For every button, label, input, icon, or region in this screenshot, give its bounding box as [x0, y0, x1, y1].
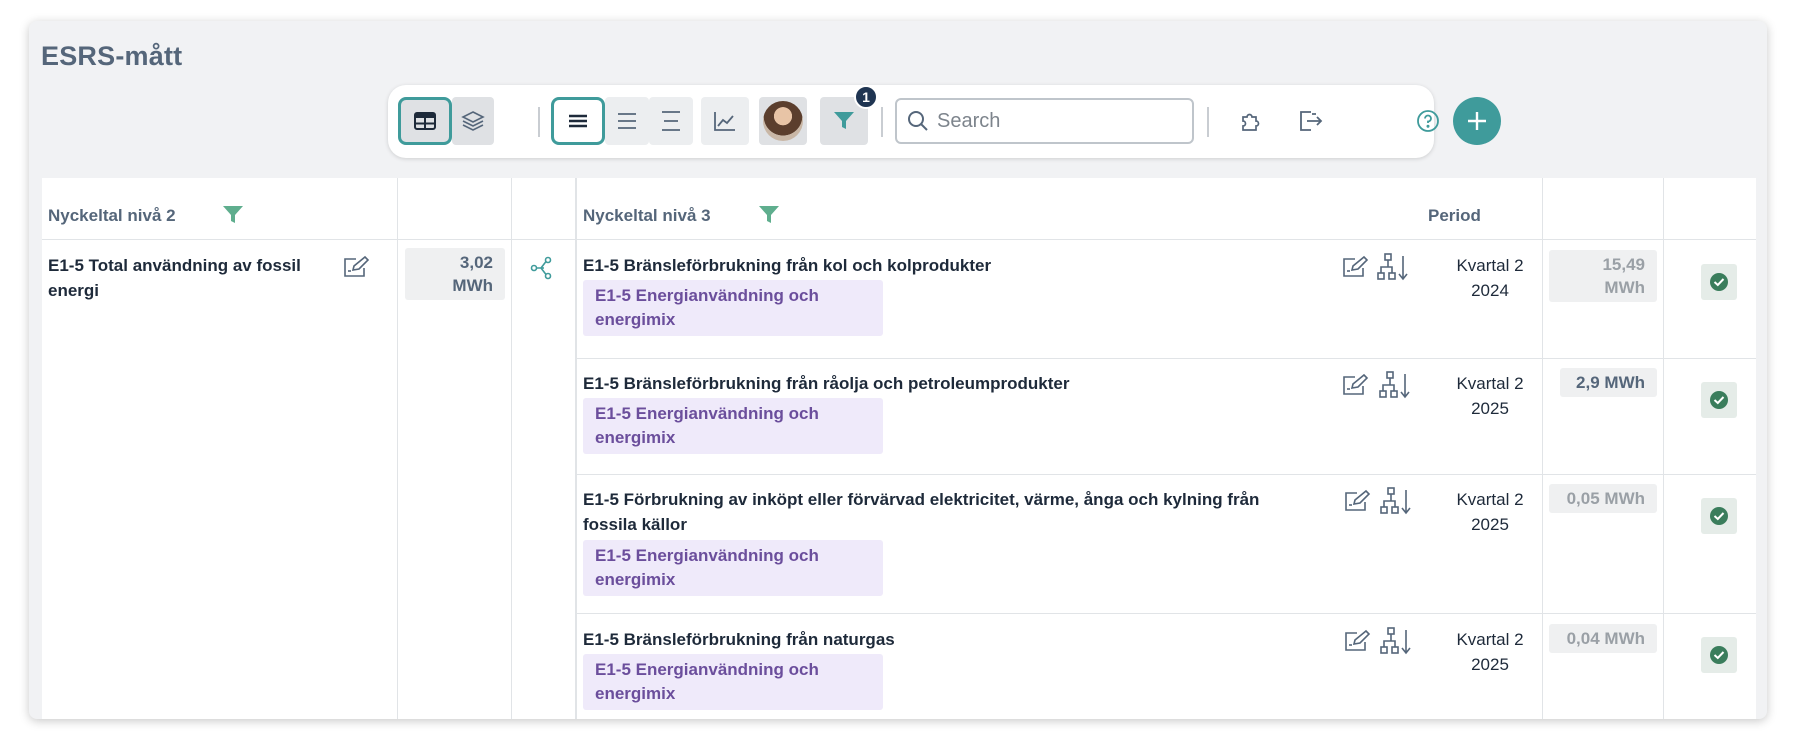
edit-icon[interactable]: [1343, 489, 1371, 513]
row-value: 15,49 MWh: [1549, 250, 1657, 302]
level2-label: E1-5 Total användning av fossil energi: [48, 256, 301, 300]
edit-icon[interactable]: [1341, 255, 1369, 279]
category-tag: E1-5 Energianvändning och energimix: [583, 654, 883, 710]
layers-view-button[interactable]: [452, 97, 494, 145]
add-button[interactable]: [1453, 97, 1501, 145]
verified-check-icon: [1710, 507, 1728, 525]
hierarchy-link-icon[interactable]: [528, 255, 554, 281]
search-input[interactable]: [937, 109, 1177, 133]
density-medium-button[interactable]: [605, 97, 649, 145]
edit-icon[interactable]: [342, 255, 370, 279]
edit-icon[interactable]: [1343, 629, 1371, 653]
column-filter-icon[interactable]: [222, 205, 244, 225]
line-chart-icon: [714, 112, 735, 131]
hierarchy-sort-icon[interactable]: [1376, 252, 1410, 282]
period-cell: Kvartal 2 2025: [1456, 630, 1524, 674]
period-cell: Kvartal 2 2025: [1456, 374, 1524, 418]
period-cell: Kvartal 2 2025: [1456, 490, 1524, 534]
approved-status[interactable]: [1701, 264, 1737, 300]
approved-status[interactable]: [1701, 382, 1737, 418]
toolbar: 1: [388, 85, 1439, 158]
esrs-panel: ESRS-mått 1 Search Nyckeltal nivå 2 Nyck…: [29, 21, 1767, 719]
hierarchy-sort-icon[interactable]: [1378, 370, 1412, 400]
export-icon: [1300, 111, 1323, 131]
header-level3: Nyckeltal nivå 3: [583, 206, 711, 225]
lines-icon: [569, 114, 587, 128]
level3-label: E1-5 Förbrukning av inköpt eller förvärv…: [583, 490, 1260, 534]
level2-value: 3,02 MWh: [405, 248, 505, 300]
filter-count-badge: 1: [854, 85, 878, 109]
plus-icon: [1468, 112, 1486, 130]
metrics-table: Nyckeltal nivå 2 Nyckeltal nivå 3 Period…: [42, 178, 1756, 719]
filter-icon: [834, 112, 854, 129]
row-value: 2,9 MWh: [1560, 368, 1657, 397]
category-tag: E1-5 Energianvändning och energimix: [583, 540, 883, 596]
table-icon: [414, 112, 436, 130]
page-title: ESRS-mått: [41, 41, 183, 71]
puzzle-icon: [1242, 113, 1260, 131]
export-button[interactable]: [1288, 97, 1332, 145]
edit-icon[interactable]: [1341, 373, 1369, 397]
verified-check-icon: [1710, 391, 1728, 409]
header-period: Period: [1428, 206, 1481, 225]
row-value: 0,04 MWh: [1549, 624, 1657, 653]
hierarchy-sort-icon[interactable]: [1379, 626, 1413, 656]
help-icon: [1417, 110, 1439, 132]
category-tag: E1-5 Energianvändning och energimix: [583, 398, 883, 454]
table-view-button[interactable]: [398, 97, 452, 145]
help-button[interactable]: [1406, 97, 1450, 145]
density-compact-button[interactable]: [551, 97, 605, 145]
search-box[interactable]: [895, 98, 1194, 144]
search-icon: [908, 111, 928, 131]
level3-label: E1-5 Bränsleförbrukning från kol och kol…: [583, 256, 992, 275]
row-value: 0,05 MWh: [1549, 484, 1657, 513]
chart-view-button[interactable]: [701, 97, 749, 145]
hierarchy-sort-icon[interactable]: [1379, 486, 1413, 516]
level3-label: E1-5 Bränsleförbrukning från råolja och …: [583, 374, 1070, 393]
verified-check-icon: [1710, 273, 1728, 291]
header-level2: Nyckeltal nivå 2: [48, 206, 176, 225]
plugin-button[interactable]: [1228, 97, 1272, 145]
layers-icon: [461, 111, 485, 131]
lines-icon: [618, 113, 636, 129]
user-filter-button[interactable]: [759, 97, 807, 145]
avatar: [763, 101, 803, 141]
approved-status[interactable]: [1701, 498, 1737, 534]
lines-icon: [662, 111, 680, 131]
verified-check-icon: [1710, 646, 1728, 664]
approved-status[interactable]: [1701, 637, 1737, 673]
level3-label: E1-5 Bränsleförbrukning från naturgas: [583, 630, 895, 649]
period-cell: Kvartal 2 2024: [1456, 256, 1524, 300]
column-filter-icon[interactable]: [758, 205, 780, 225]
category-tag: E1-5 Energianvändning och energimix: [583, 280, 883, 336]
density-wide-button[interactable]: [649, 97, 693, 145]
